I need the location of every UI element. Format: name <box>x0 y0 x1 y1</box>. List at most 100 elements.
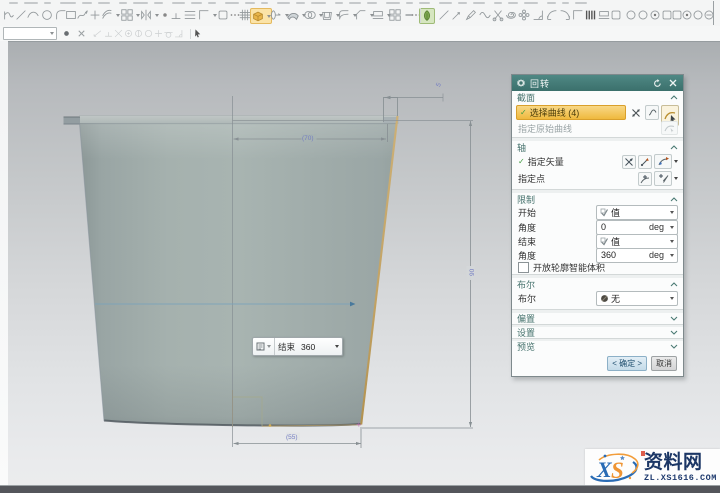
section-header-limits[interactable]: 限制 <box>512 193 683 205</box>
helix-icon[interactable] <box>504 8 518 22</box>
origin-curve-button-disabled <box>661 121 678 135</box>
end-angle-dropdown[interactable] <box>330 338 342 355</box>
limits-label: 限制 <box>517 193 535 206</box>
expand-chevron-down-icon[interactable] <box>670 344 678 349</box>
section-header-settings[interactable]: 设置 <box>512 327 683 338</box>
sketch-pencil-icon[interactable] <box>464 8 478 22</box>
square-corner-icon[interactable] <box>609 8 623 22</box>
end-option-value: 值 <box>611 235 620 248</box>
no-snap-icon[interactable] <box>76 28 87 39</box>
angle-icon[interactable] <box>531 8 545 22</box>
dialog-titlebar[interactable]: 回转 <box>512 75 683 91</box>
arc-icon[interactable] <box>26 8 40 22</box>
section-header-preview[interactable]: 预览 <box>512 341 683 352</box>
sketch-icon[interactable] <box>419 8 435 24</box>
follow-fillet-button[interactable] <box>645 105 659 120</box>
cancel-button[interactable]: 取消 <box>651 356 677 371</box>
open-profile-checkbox[interactable] <box>518 262 529 273</box>
ok-button[interactable]: < 确定 > <box>607 356 647 371</box>
value-option-icon <box>600 208 609 217</box>
start-angle-value[interactable]: 0 <box>601 222 606 232</box>
mirror-curve-icon[interactable] <box>139 8 159 22</box>
bars-icon[interactable] <box>584 8 598 22</box>
watermark-site-url: ZL.XS1616.COM <box>644 473 717 483</box>
sketch-plane-icon[interactable] <box>197 8 217 22</box>
render-style-icon[interactable] <box>61 28 72 39</box>
specify-origin-curve-label: 指定原始曲线 <box>518 122 572 135</box>
sketch-line-icon[interactable] <box>437 8 451 22</box>
specify-vector-row: ✓ 指定矢量 <box>512 153 683 170</box>
fillet-curve-icon[interactable] <box>545 8 559 22</box>
end-angle-label: 角度 <box>518 249 536 262</box>
toolbar-right-edge <box>713 1 714 25</box>
snap-end-icon[interactable] <box>92 28 103 39</box>
boolean-dropdown[interactable]: 无 <box>596 291 678 306</box>
section-header-axis[interactable]: 轴 <box>512 141 683 153</box>
window-bottom-bar <box>0 485 720 493</box>
watermark-logo: X S <box>585 450 643 486</box>
limit-start-row: 开始 值 <box>512 205 683 220</box>
end-angle-input[interactable]: 360 deg <box>596 248 678 263</box>
boolean-row: 布尔 无 <box>512 290 683 306</box>
start-label: 开始 <box>518 206 536 219</box>
section-header-offset[interactable]: 偏置 <box>512 313 683 324</box>
section-header-section[interactable]: 截面 <box>512 91 683 104</box>
boolean-row-label: 布尔 <box>518 292 536 305</box>
datum-plane-icon[interactable] <box>183 8 197 22</box>
sketch-arrow-icon[interactable] <box>450 8 464 22</box>
cursor-icon[interactable] <box>192 28 203 39</box>
end-label: 结束 <box>518 235 536 248</box>
corner-icon[interactable] <box>571 8 585 22</box>
snap-angle-icon[interactable] <box>173 28 184 39</box>
dialog-reset-icon[interactable] <box>653 79 662 88</box>
toolbar-snap <box>0 26 720 41</box>
collapse-chevron-up-icon[interactable] <box>670 145 678 150</box>
toolbar-main <box>0 0 720 26</box>
pattern-feature-icon[interactable] <box>388 8 402 22</box>
select-curve-row: ✓ 选择曲线 (4) <box>512 105 683 119</box>
start-angle-input[interactable]: 0 deg <box>596 220 678 235</box>
circle-icon[interactable] <box>40 8 54 22</box>
specify-origin-curve-row: 指定原始曲线 <box>512 122 683 134</box>
expand-chevron-down-icon[interactable] <box>670 330 678 335</box>
reverse-vector-button[interactable] <box>638 155 652 169</box>
inferred-vector-button[interactable] <box>654 154 672 169</box>
onscreen-angle-input[interactable]: 结束 360 <box>252 337 343 356</box>
end-angle-value[interactable]: 360 <box>298 338 330 355</box>
start-option-dropdown[interactable]: 值 <box>596 205 678 220</box>
canvas-left-margin <box>0 41 8 486</box>
vector-dialog-button[interactable] <box>622 155 636 169</box>
watermark-site-name: 资料网 <box>644 453 703 472</box>
expand-chevron-down-icon[interactable] <box>670 316 678 321</box>
boolean-none-icon <box>600 294 609 303</box>
point-dialog-button[interactable] <box>638 172 652 186</box>
formula-button[interactable] <box>253 338 274 355</box>
end-angle-value[interactable]: 360 <box>601 250 616 260</box>
offset-curve-icon[interactable] <box>100 8 120 22</box>
select-curve-field[interactable]: ✓ 选择曲线 (4) <box>516 105 626 120</box>
end-option-dropdown[interactable]: 值 <box>596 234 678 249</box>
dialog-options-gear-icon[interactable] <box>516 78 526 88</box>
dialog-close-icon[interactable] <box>669 79 677 87</box>
chamfer-curve-icon[interactable] <box>558 8 572 22</box>
collapse-chevron-up-icon[interactable] <box>670 197 678 202</box>
end-angle-unit[interactable]: deg <box>649 250 664 260</box>
inferred-point-button[interactable] <box>654 171 672 186</box>
point-type-caret[interactable] <box>674 177 678 180</box>
datum-axis-icon[interactable] <box>169 8 183 22</box>
quick-trim-icon[interactable] <box>491 8 505 22</box>
watermark: X S 资料网 ZL.XS1616.COM <box>585 449 720 487</box>
section-header-boolean[interactable]: 布尔 <box>512 278 683 290</box>
preview-label: 预览 <box>517 340 535 353</box>
start-angle-unit[interactable]: deg <box>649 222 664 232</box>
sketch-wave-icon[interactable] <box>478 8 492 22</box>
flower-icon[interactable] <box>517 8 531 22</box>
vector-type-caret[interactable] <box>674 160 678 163</box>
offset-label: 偏置 <box>517 312 535 325</box>
boolean-label: 布尔 <box>517 278 535 291</box>
collapse-chevron-up-icon[interactable] <box>670 95 678 100</box>
boolean-value: 无 <box>611 292 620 305</box>
pattern-curve-icon[interactable] <box>120 8 140 22</box>
stop-at-intersection-button[interactable] <box>628 105 643 120</box>
collapse-chevron-up-icon[interactable] <box>670 282 678 287</box>
